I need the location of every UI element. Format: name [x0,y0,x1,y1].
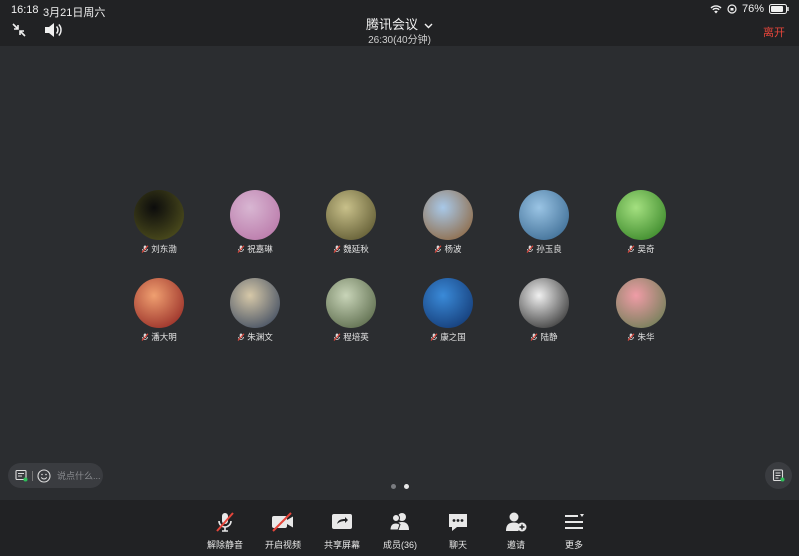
share-screen-label: 共享屏幕 [323,540,360,550]
mic-muted-icon [628,245,635,253]
participant-tile[interactable]: 吴奇 [601,190,681,255]
mic-muted-icon [333,245,341,253]
participant-name: 魏延秋 [343,244,369,254]
participant-name: 朱渊文 [247,332,273,342]
start-video-button[interactable]: 开启视频 [253,510,313,551]
participant-name-row: 祝嘉琳 [215,243,295,255]
orientation-lock-icon [727,4,737,14]
participant-name: 祝嘉琳 [247,244,273,254]
participant-tile[interactable]: 祝嘉琳 [215,190,295,255]
note-icon [772,469,785,482]
meeting-duration: 26:30(40分钟) [368,35,431,46]
participant-name: 程培英 [343,332,369,342]
meeting-title-text: 腾讯会议 [365,17,418,32]
mic-muted-icon [237,245,245,253]
participant-tile[interactable]: 陆静 [504,278,584,343]
chat-button[interactable]: 聊天 [428,510,488,551]
share-screen-icon [332,514,352,529]
participant-name-row: 吴奇 [601,243,681,255]
mic-muted-icon [435,245,442,253]
chat-input[interactable]: 说点什么... [8,463,103,488]
participant-name: 陆静 [540,332,558,342]
avatar [230,190,280,240]
share-screen-button[interactable]: 共享屏幕 [312,510,372,551]
members-button[interactable]: 成员(36) [370,510,430,551]
avatar [423,278,473,328]
chat-label: 聊天 [448,540,467,550]
avatar [134,278,184,328]
mic-muted-icon [333,333,341,341]
avatar [134,190,184,240]
emoji-icon[interactable] [37,468,51,483]
avatar [519,278,569,328]
more-label: 更多 [564,540,583,550]
start-video-label: 开启视频 [264,540,301,550]
notes-button[interactable] [765,462,792,489]
chevron-down-icon [424,23,433,29]
more-icon [565,514,584,529]
participant-tile[interactable]: 杨波 [408,190,488,255]
avatar [326,190,376,240]
participant-name-row: 康之国 [408,331,488,343]
leave-button[interactable]: 离开 [763,24,785,40]
members-icon [389,513,409,531]
participant-tile[interactable]: 朱渊文 [215,278,295,343]
participant-tile[interactable]: 刘东渤 [119,190,199,255]
mic-muted-icon [430,333,438,341]
mic-muted-icon [141,245,149,253]
chat-icon [449,514,467,531]
more-button[interactable]: 更多 [544,510,604,551]
battery-icon [769,4,789,14]
mic-muted-icon [526,245,534,253]
video-off-icon [272,512,293,532]
unmute-button[interactable]: 解除静音 [195,510,255,551]
participant-name-row: 刘东渤 [119,243,199,255]
chat-placeholder: 说点什么... [57,471,101,481]
avatar [423,190,473,240]
participant-name-row: 孙玉良 [504,243,584,255]
participant-name: 刘东渤 [151,244,177,254]
unmute-label: 解除静音 [206,540,243,550]
avatar [616,190,666,240]
members-label: 成员(36) [382,540,417,550]
mic-muted-icon [141,333,149,341]
page-dot-active[interactable] [404,484,409,489]
participant-tile[interactable]: 魏延秋 [311,190,391,255]
participant-tile[interactable]: 孙玉良 [504,190,584,255]
wifi-icon [710,5,722,14]
invite-icon [506,512,527,532]
participant-name: 朱华 [637,332,655,342]
participant-name-row: 朱华 [601,331,681,343]
avatar [326,278,376,328]
participant-name-row: 陆静 [504,331,584,343]
participant-name-row: 潘大明 [119,331,199,343]
participant-tile[interactable]: 程培英 [311,278,391,343]
participant-name: 杨波 [444,244,462,254]
page-indicator [391,484,409,489]
participant-name-row: 程培英 [311,331,391,343]
mic-muted-icon [628,333,635,341]
participant-name: 康之国 [440,332,466,342]
participant-name-row: 杨波 [408,243,488,255]
participant-tile[interactable]: 潘大明 [119,278,199,343]
participant-tile[interactable]: 朱华 [601,278,681,343]
page-dot[interactable] [391,484,396,489]
mic-off-icon [216,512,234,532]
mic-muted-icon [531,333,538,341]
invite-button[interactable]: 邀请 [486,510,546,551]
invite-label: 邀请 [506,540,525,550]
avatar [230,278,280,328]
participant-name-row: 朱渊文 [215,331,295,343]
participant-tile[interactable]: 康之国 [408,278,488,343]
avatar [519,190,569,240]
participant-name: 潘大明 [151,332,177,342]
avatar [616,278,666,328]
mic-muted-icon [237,333,245,341]
participant-name: 吴奇 [637,244,655,254]
note-icon[interactable] [15,469,28,482]
participant-name-row: 魏延秋 [311,243,391,255]
participant-name: 孙玉良 [536,244,562,254]
chat-separator [32,470,33,481]
